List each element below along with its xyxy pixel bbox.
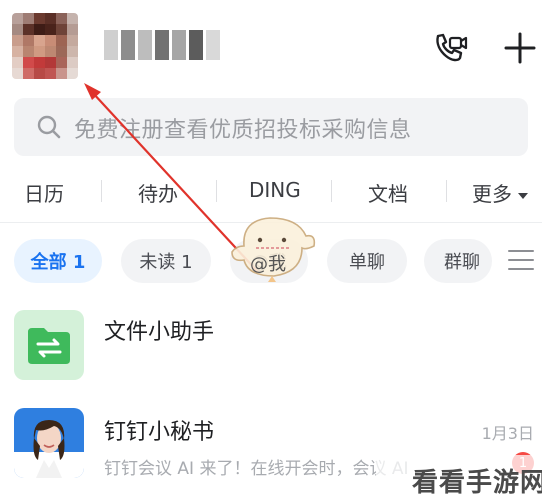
add-icon[interactable] xyxy=(502,30,538,66)
filter-menu-icon[interactable] xyxy=(508,250,534,272)
conversation-title: 文件小助手 xyxy=(104,320,215,345)
conversation-title: 钉钉小秘书 xyxy=(104,420,215,445)
quick-tabs: 日历 待办 DING 文档 更多 xyxy=(0,168,542,216)
search-icon xyxy=(37,115,61,139)
quick-tab-calendar[interactable]: 日历 xyxy=(24,178,64,207)
tab-divider xyxy=(331,180,332,202)
tab-divider xyxy=(216,180,217,202)
quick-tab-more[interactable]: 更多 xyxy=(472,178,528,207)
quick-tab-docs[interactable]: 文档 xyxy=(368,178,408,207)
avatar[interactable] xyxy=(12,13,78,79)
search-bar[interactable]: 免费注册查看优质招投标采购信息 xyxy=(14,98,528,156)
filter-chip-single-chat[interactable]: 单聊 xyxy=(327,239,407,283)
tab-divider xyxy=(446,180,447,202)
filter-chip-group-chat[interactable]: 群聊 xyxy=(424,239,492,283)
folder-transfer-icon xyxy=(14,310,84,380)
video-call-icon[interactable] xyxy=(432,30,468,66)
filter-chip-unread[interactable]: 未读 1 xyxy=(121,239,211,283)
caret-down-icon xyxy=(518,192,528,199)
quick-tab-ding[interactable]: DING xyxy=(249,178,301,202)
quick-tab-todo[interactable]: 待办 xyxy=(138,178,178,207)
search-placeholder: 免费注册查看优质招投标采购信息 xyxy=(74,118,412,143)
tab-divider xyxy=(101,180,102,202)
site-watermark: 看看手游网 xyxy=(412,468,542,498)
username-blurred[interactable] xyxy=(104,30,220,60)
conversation-preview: 钉钉会议 AI 来了！在线开会时，会议 AI xyxy=(104,459,409,479)
secretary-avatar xyxy=(14,408,84,478)
filter-chip-all[interactable]: 全部 1 xyxy=(14,239,102,283)
divider xyxy=(0,222,542,223)
quick-tab-more-label: 更多 xyxy=(472,182,512,206)
conversation-date: 1月3日 xyxy=(481,424,534,443)
filter-chip-mention-overlay: @我 xyxy=(250,254,286,275)
